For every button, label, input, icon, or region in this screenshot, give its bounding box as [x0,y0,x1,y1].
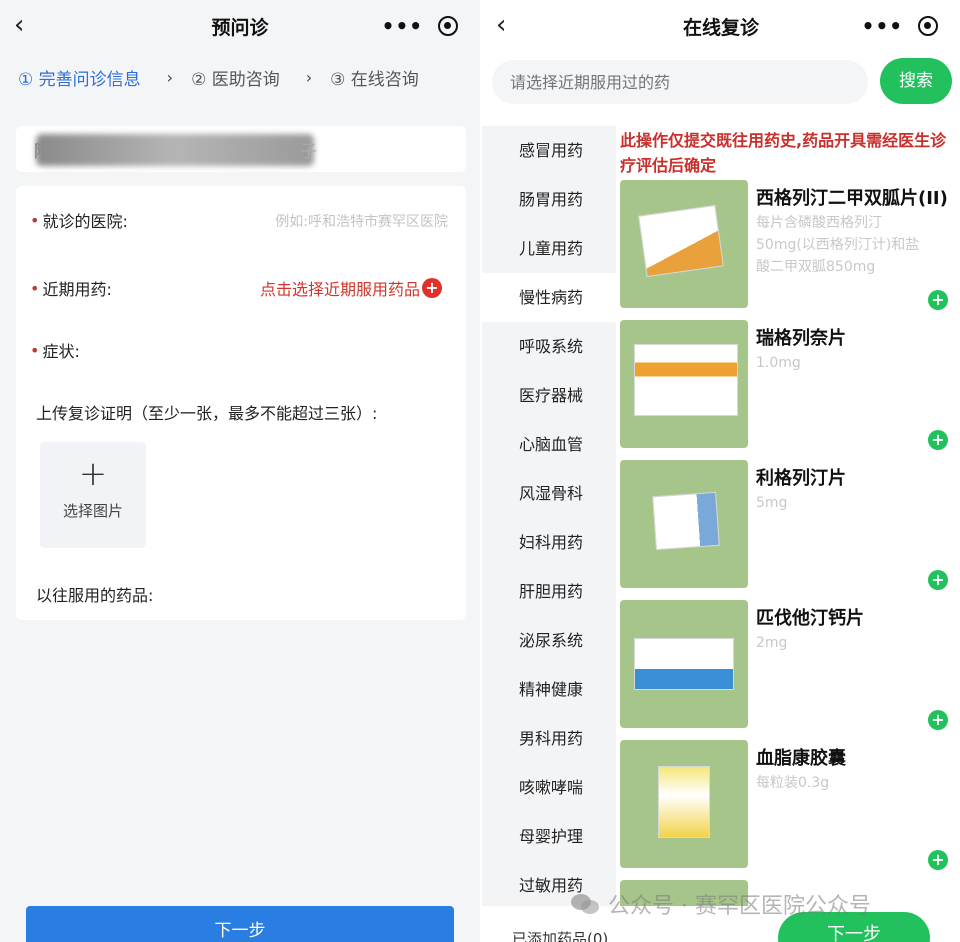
past-medicine-row: 以往服用的药品: [36,582,153,606]
consultation-form: • 就诊的医院: 例如:呼和浩特市赛罕区医院 • 近期用药: 点击选择近期服用药… [16,186,466,620]
category-item[interactable]: 感冒用药 [482,126,616,175]
upload-row: 上传复诊证明（至少一张，最多不能超过三张）: [36,400,377,424]
added-count: 已添加药品(0) [512,930,609,942]
category-item[interactable]: 风湿骨科 [482,469,616,518]
plus-icon: + [78,454,108,494]
pre-consultation-screen: ‹ 预问诊 ••• ① 完善问诊信息 › ② 医助咨询 › ③ 在线咨询 阿 子… [0,0,480,942]
more-icon[interactable]: ••• [862,14,903,38]
drug-spec: 5mg [756,495,788,511]
nav-bar: ‹ 预问诊 ••• [0,0,480,52]
hospital-row: • 就诊的医院: [30,208,128,232]
drug-name: 匹伐他汀钙片 [756,608,864,629]
add-drug-icon[interactable]: + [928,710,948,730]
step-1: ① 完善问诊信息 [18,69,141,90]
step-2: ② 医助咨询 [191,69,280,90]
patient-name-last-char: 子 [300,142,317,162]
category-item[interactable]: 精神健康 [482,665,616,714]
drug-spec: 1.0mg [756,355,801,371]
category-item-active[interactable]: 慢性病药 [482,273,616,322]
medicine-box-icon [658,766,710,838]
add-drug-icon[interactable]: + [928,570,948,590]
mini-program-capsule: ••• [854,10,946,42]
category-item[interactable]: 肠胃用药 [482,175,616,224]
medicine-box-icon [634,638,734,690]
patient-name-field[interactable]: 阿 子 [16,126,466,172]
drug-item[interactable]: 利格列汀片 5mg + [620,460,960,590]
chevron-right-icon: › [305,67,313,87]
symptom-label: 症状: [42,342,80,361]
step-3: ③ 在线咨询 [330,69,419,90]
watermark: 公众号 · 赛罕区医院公众号 [570,888,871,920]
past-medicine-label: 以往服用的药品: [36,586,154,605]
upload-button-label: 选择图片 [62,502,123,520]
back-icon[interactable]: ‹ [496,10,524,42]
drug-photo [620,460,748,588]
drug-photo [620,180,748,308]
add-drug-icon[interactable]: + [928,430,948,450]
back-icon[interactable]: ‹ [14,10,42,42]
step-indicator: ① 完善问诊信息 › ② 医助咨询 › ③ 在线咨询 [18,62,468,92]
category-item[interactable]: 母婴护理 [482,812,616,861]
category-item[interactable]: 心脑血管 [482,420,616,469]
add-drug-icon[interactable]: + [928,850,948,870]
watermark-text: 公众号 · 赛罕区医院公众号 [608,894,871,919]
select-medicine-label: 点击选择近期服用药品 [259,280,420,299]
category-item[interactable]: 儿童用药 [482,224,616,273]
drug-photo [620,600,748,728]
drug-photo [620,740,748,868]
hospital-label: 就诊的医院: [42,212,128,231]
drug-photo [620,320,748,448]
add-drug-icon[interactable]: + [928,290,948,310]
category-item[interactable]: 妇科用药 [482,518,616,567]
medicine-label: 近期用药: [42,280,112,299]
search-bar: 搜索 [482,52,960,124]
next-step-button[interactable]: 下一步 [26,906,454,942]
close-target-icon[interactable] [918,16,939,36]
page-title: 预问诊 [211,16,269,39]
add-icon: + [422,278,442,298]
select-medicine-button[interactable]: 点击选择近期服用药品 + [260,276,442,300]
drug-spec: 每片含磷酸西格列汀50mg(以西格列汀计)和盐酸二甲双胍850mg [756,215,920,275]
drug-name: 瑞格列奈片 [756,328,846,349]
category-item[interactable]: 咳嗽哮喘 [482,763,616,812]
nav-bar: ‹ 在线复诊 ••• [482,0,960,52]
category-item[interactable]: 肝胆用药 [482,567,616,616]
drug-item[interactable]: 瑞格列奈片 1.0mg + [620,320,960,450]
drug-item[interactable]: 西格列汀二甲双胍片(II) 每片含磷酸西格列汀50mg(以西格列汀计)和盐酸二甲… [620,180,960,310]
category-item[interactable]: 医疗器械 [482,371,616,420]
hospital-input[interactable]: 例如:呼和浩特市赛罕区医院 [275,211,448,231]
drug-spec: 2mg [756,635,788,651]
drug-name: 利格列汀片 [756,468,846,489]
mini-program-capsule: ••• [374,10,466,42]
more-icon[interactable]: ••• [382,14,423,38]
close-target-icon[interactable] [438,16,459,36]
upload-label: 上传复诊证明（至少一张，最多不能超过三张）: [36,404,378,423]
notice-text: 此操作仅提交既往用药史,药品开具需经医生诊疗评估后确定 [620,131,947,175]
required-mark: • [30,210,40,230]
category-sidebar: 感冒用药 肠胃用药 儿童用药 慢性病药 呼吸系统 医疗器械 心脑血管 风湿骨科 … [482,126,616,942]
medicine-row: • 近期用药: [30,276,112,300]
required-mark: • [30,278,40,298]
required-mark: • [30,340,40,360]
category-item[interactable]: 男科用药 [482,714,616,763]
drug-item[interactable]: 血脂康胶囊 每粒装0.3g + [620,740,960,870]
search-button[interactable]: 搜索 [880,58,952,104]
medicine-box-icon [652,491,720,551]
online-revisit-screen: ‹ 在线复诊 ••• 搜索 感冒用药 肠胃用药 儿童用药 慢性病药 呼吸系统 医… [482,0,960,942]
category-item[interactable]: 呼吸系统 [482,322,616,371]
page-title: 在线复诊 [682,16,759,39]
drug-spec: 每粒装0.3g [756,775,830,791]
drug-name: 血脂康胶囊 [756,748,846,769]
chevron-right-icon: › [166,67,174,87]
medicine-box-icon [638,204,724,278]
medicine-box-icon [634,344,738,416]
category-item[interactable]: 泌尿系统 [482,616,616,665]
drug-item[interactable]: 匹伐他汀钙片 2mg + [620,600,960,730]
upload-image-button[interactable]: + 选择图片 [40,442,146,548]
wechat-icon [571,894,599,914]
redacted-patient-info [36,134,314,166]
search-input[interactable] [492,60,868,104]
drug-name: 西格列汀二甲双胍片(II) [756,188,948,209]
symptom-row[interactable]: • 症状: [30,338,80,362]
